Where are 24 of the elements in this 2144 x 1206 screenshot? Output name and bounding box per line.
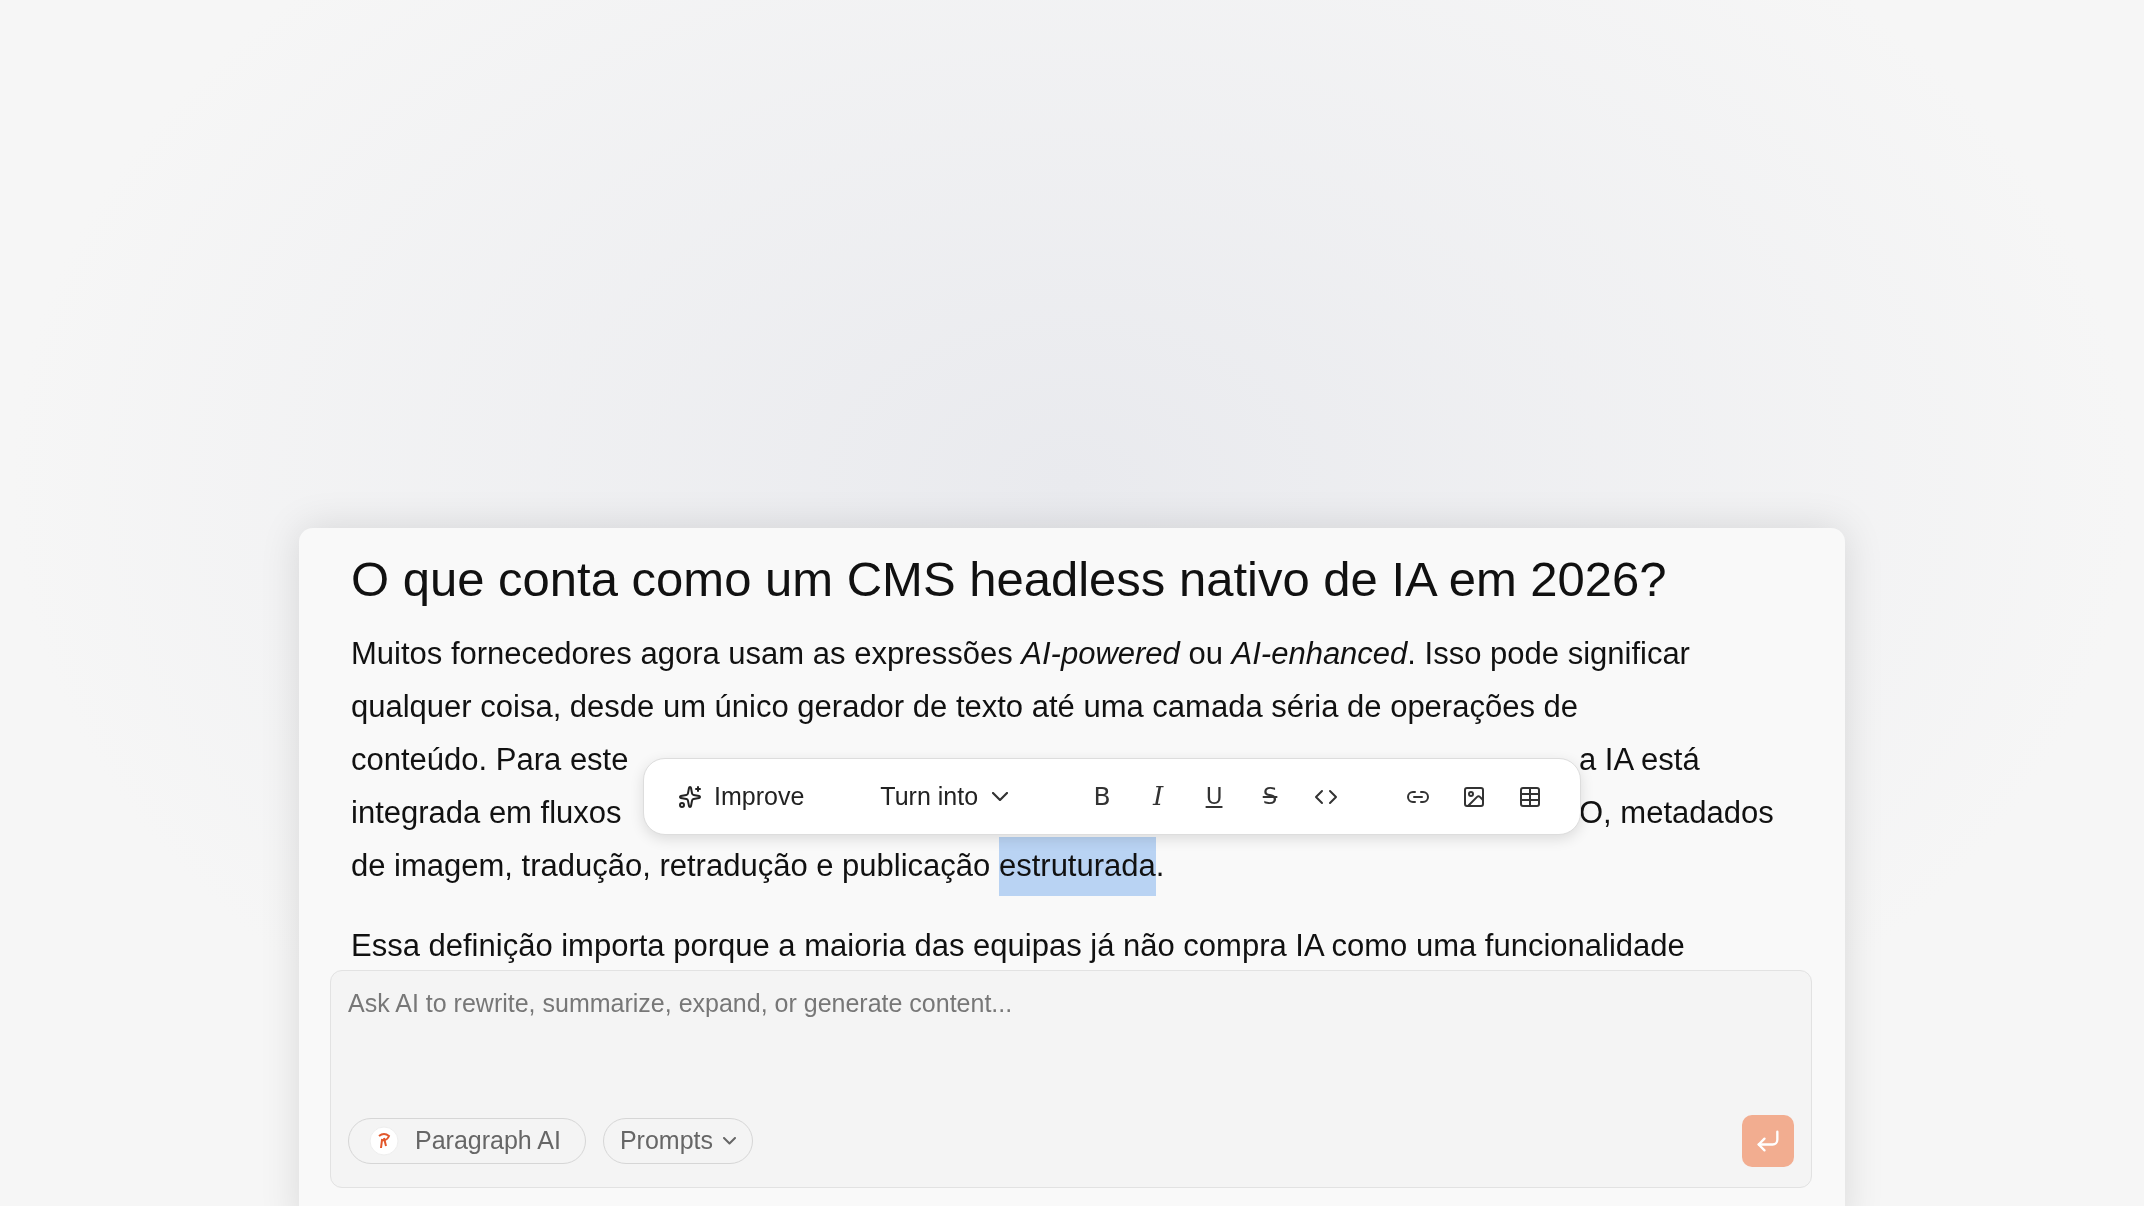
italic-button[interactable]: I [1136, 774, 1181, 819]
chevron-down-icon [992, 792, 1009, 801]
paragraph-line: a IA está [1579, 741, 1700, 780]
article-title: O que conta como um CMS headless nativo de IA em 2026? [351, 551, 1668, 608]
paragraph-line: qualquer coisa, desde um único gerador de texto até uma camada séria de operações de [351, 688, 1578, 727]
sparkle-icon [678, 784, 702, 809]
logo-icon [369, 1126, 399, 1156]
image-icon [1462, 784, 1487, 809]
selected-text: estruturada [998, 837, 1156, 896]
paragraph-line: Essa definição importa porque a maioria das equipas já não compra IA como uma funcionalidade [351, 928, 1685, 963]
improve-button[interactable]: Improve [674, 772, 809, 821]
prompt-input[interactable]: Ask AI to rewrite, summarize, expand, or generate content... [348, 985, 1794, 1023]
bold-button[interactable]: B [1080, 774, 1125, 819]
paragraph-line: conteúdo. Para este [351, 742, 629, 778]
paragraph-line: integrada em fluxos [351, 795, 622, 831]
turn-into-dropdown[interactable]: Turn into [876, 772, 1013, 821]
underline-button[interactable]: U [1192, 774, 1237, 819]
period-text: . [1155, 847, 1165, 886]
paragraph-line: de imagem, tradução, retradução e publicação [351, 847, 992, 886]
strikethrough-button[interactable]: S [1248, 774, 1293, 819]
paragraph-line: Muitos fornecedores agora usam as expressões AI-powered ou AI-enhanced. Isso pode significar [351, 635, 1690, 674]
paragraph-line: O, metadados [1579, 794, 1774, 833]
table-icon [1518, 784, 1543, 809]
chevron-down-icon [723, 1137, 737, 1145]
